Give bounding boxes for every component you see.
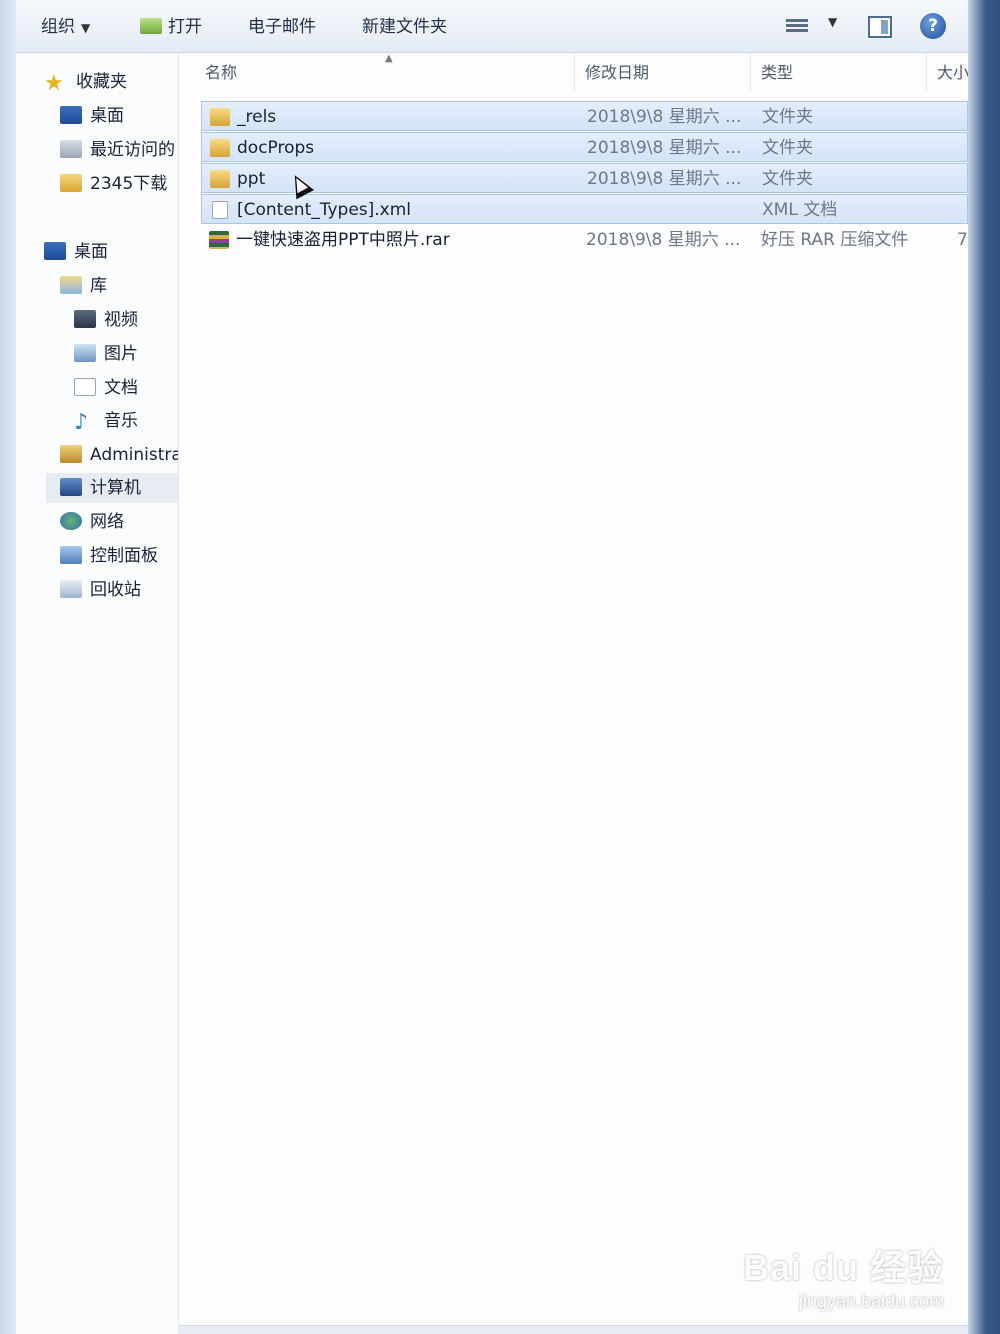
nav-label: 桌面 — [74, 242, 108, 262]
file-size: 7 — [957, 230, 968, 250]
recent-places-icon — [60, 140, 82, 158]
nav-favorites[interactable]: ★ 收藏夹 — [44, 67, 127, 97]
rar-archive-icon — [209, 231, 229, 249]
file-type: 文件夹 — [762, 169, 813, 189]
column-header-date[interactable]: 修改日期 — [575, 53, 751, 93]
file-date: 2018\9\8 星期六 ... — [587, 107, 742, 127]
folder-icon — [210, 108, 230, 126]
navigation-pane: ★ 收藏夹 桌面 最近访问的 2345下载 桌面 库 视频 图片 文档 ♪ 音乐 — [16, 53, 179, 1334]
organize-button[interactable]: 组织 ▼ — [41, 14, 90, 40]
nav-label: 视频 — [104, 310, 138, 330]
computer-icon — [60, 478, 82, 496]
nav-label: 图片 — [104, 344, 138, 364]
horizontal-scrollbar[interactable] — [179, 1325, 968, 1334]
recycle-bin-icon — [60, 580, 82, 598]
file-date: 2018\9\8 星期六 ... — [586, 230, 741, 250]
user-folder-icon — [60, 445, 82, 463]
nav-label: 控制面板 — [90, 546, 158, 566]
nav-recent-places[interactable]: 最近访问的 — [60, 135, 175, 165]
star-icon: ★ — [44, 71, 64, 96]
xml-file-icon — [212, 201, 228, 219]
nav-downloads[interactable]: 2345下载 — [60, 169, 167, 199]
column-header-size[interactable]: 大小 — [927, 53, 968, 93]
nav-control-panel[interactable]: 控制面板 — [60, 541, 158, 571]
watermark-logo-text: Bai du 经验 — [742, 1247, 944, 1288]
window-frame-left — [0, 0, 16, 1334]
column-header-type[interactable]: 类型 — [751, 53, 927, 93]
folder-icon — [210, 170, 230, 188]
view-list-icon — [786, 17, 808, 33]
change-view-button[interactable]: ▼ — [786, 13, 840, 41]
picture-icon — [74, 344, 96, 362]
nav-label: 2345下载 — [90, 174, 168, 194]
explorer-window: 组织 ▼ 打开 电子邮件 新建文件夹 ▼ ? ★ 收藏夹 桌面 最近访问的 2345… — [0, 0, 1000, 1334]
nav-desktop[interactable]: 桌面 — [44, 237, 108, 267]
video-icon — [74, 310, 96, 328]
window-frame-right — [968, 0, 1000, 1334]
nav-library[interactable]: 库 — [60, 271, 107, 301]
nav-desktop-favorite[interactable]: 桌面 — [60, 101, 124, 131]
music-note-icon: ♪ — [74, 410, 89, 435]
nav-label: 桌面 — [90, 106, 124, 126]
nav-documents[interactable]: 文档 — [74, 373, 138, 403]
chevron-down-icon: ▼ — [81, 21, 91, 35]
desktop-icon — [60, 106, 82, 124]
file-row[interactable]: 一键快速盗用PPT中照片.rar 2018\9\8 星期六 ... 好压 RAR… — [201, 225, 968, 255]
library-icon — [60, 276, 82, 294]
desktop-icon — [44, 242, 66, 260]
nav-pictures[interactable]: 图片 — [74, 339, 138, 369]
nav-videos[interactable]: 视频 — [74, 305, 138, 335]
nav-label: 回收站 — [90, 580, 141, 600]
file-date: 2018\9\8 星期六 ... — [587, 138, 742, 158]
preview-pane-icon[interactable] — [868, 16, 892, 38]
organize-label: 组织 — [41, 17, 75, 37]
command-bar: 组织 ▼ 打开 电子邮件 新建文件夹 ▼ ? — [16, 0, 968, 53]
baidu-jingyan-watermark: Bai du 经验 jingyan.baidu.com — [743, 1239, 944, 1312]
file-row[interactable]: [Content_Types].xml XML 文档 — [201, 194, 968, 224]
folder-icon — [210, 139, 230, 157]
watermark-url: jingyan.baidu.com — [798, 1291, 944, 1311]
new-folder-label: 新建文件夹 — [362, 17, 447, 37]
file-name: ppt — [237, 169, 266, 189]
document-icon — [74, 378, 96, 396]
help-icon[interactable]: ? — [920, 13, 946, 39]
email-button[interactable]: 电子邮件 — [248, 14, 316, 40]
file-type: 好压 RAR 压缩文件 — [761, 230, 909, 250]
file-row[interactable]: _rels 2018\9\8 星期六 ... 文件夹 — [201, 101, 968, 131]
nav-user-folder[interactable]: Administra — [60, 440, 179, 470]
column-header-name[interactable]: 名称 — [179, 53, 575, 93]
file-type: 文件夹 — [762, 107, 813, 127]
open-label: 打开 — [168, 17, 202, 37]
nav-label: 库 — [90, 276, 107, 296]
open-button[interactable]: 打开 — [140, 14, 202, 40]
file-name: [Content_Types].xml — [237, 200, 412, 220]
new-folder-button[interactable]: 新建文件夹 — [362, 14, 447, 40]
nav-label: 计算机 — [90, 478, 141, 498]
nav-computer[interactable]: 计算机 — [46, 473, 178, 503]
file-date: 2018\9\8 星期六 ... — [587, 169, 742, 189]
nav-network[interactable]: 网络 — [60, 507, 124, 537]
nav-label: 音乐 — [104, 411, 138, 431]
nav-label: Administra — [90, 445, 179, 465]
nav-label: 收藏夹 — [76, 72, 127, 92]
nav-music[interactable]: ♪ 音乐 — [74, 406, 138, 436]
nav-recycle-bin[interactable]: 回收站 — [60, 575, 141, 605]
email-label: 电子邮件 — [248, 17, 316, 37]
network-icon — [60, 512, 82, 530]
file-type: XML 文档 — [762, 200, 838, 220]
nav-label: 网络 — [90, 512, 124, 532]
file-row[interactable]: ppt 2018\9\8 星期六 ... 文件夹 — [201, 163, 968, 193]
file-row[interactable]: docProps 2018\9\8 星期六 ... 文件夹 — [201, 132, 968, 162]
file-name: _rels — [237, 107, 277, 127]
file-list-pane: ▲ 名称 修改日期 类型 大小 _rels 2018\9\8 星期六 ... 文… — [179, 53, 968, 1334]
nav-label: 文档 — [104, 378, 138, 398]
file-name: docProps — [237, 138, 315, 158]
control-panel-icon — [60, 546, 82, 564]
chevron-down-icon: ▼ — [828, 15, 838, 29]
file-name: 一键快速盗用PPT中照片.rar — [236, 230, 450, 250]
open-icon — [140, 18, 162, 34]
nav-label: 最近访问的 — [90, 140, 175, 160]
file-type: 文件夹 — [762, 138, 813, 158]
folder-icon — [60, 174, 82, 192]
